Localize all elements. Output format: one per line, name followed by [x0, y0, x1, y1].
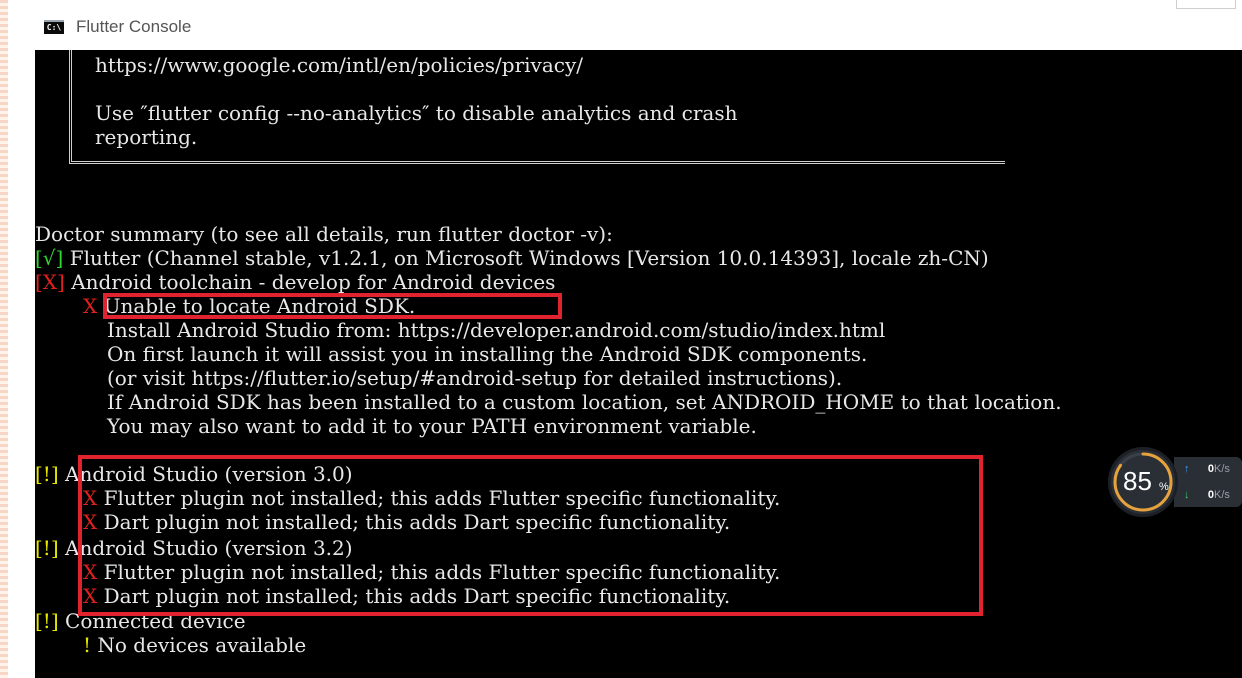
upload-unit: K/s: [1214, 463, 1230, 475]
analytics-use-line: Use ″flutter config --no-analytics″ to d…: [95, 101, 738, 125]
warning-bang-mark: !: [83, 633, 92, 657]
gauge-unit: %: [1159, 481, 1169, 493]
page-edge-decoration: [0, 0, 8, 678]
no-devices-text: No devices available: [97, 633, 307, 657]
toolchain-detail-line: Install Android Studio from: https://dev…: [107, 318, 886, 342]
warning-mark: [!]: [35, 462, 59, 486]
toolchain-detail-line: On first launch it will assist you in in…: [107, 342, 868, 366]
no-devices-line: ! No devices available: [83, 633, 306, 657]
network-speed-panel: ↑ 0K/s ↓ 0K/s: [1174, 457, 1242, 507]
warning-mark: [!]: [35, 609, 59, 633]
flutter-check-line: [√] Flutter (Channel stable, v1.2.1, on …: [35, 246, 989, 270]
android-toolchain-line: [X] Android toolchain - develop for Andr…: [35, 270, 555, 294]
highlight-box-android-studio: [78, 455, 983, 616]
download-arrow-icon: ↓: [1184, 489, 1190, 501]
upload-value: 0: [1207, 463, 1214, 475]
window-control[interactable]: [1176, 0, 1236, 9]
error-x-mark: X: [83, 294, 98, 318]
console-output[interactable]: https://www.google.com/intl/en/policies/…: [35, 50, 1242, 678]
summary-header: Doctor summary (to see all details, run …: [35, 222, 613, 246]
flutter-status-text: Flutter (Channel stable, v1.2.1, on Micr…: [69, 246, 989, 270]
window-titlebar[interactable]: C:\ Flutter Console: [8, 0, 1242, 50]
speed-monitor-widget[interactable]: ↑ 0K/s ↓ 0K/s 85 %: [1108, 447, 1242, 517]
error-mark: [X]: [35, 270, 65, 294]
gauge-value: 85: [1123, 466, 1152, 496]
analytics-reporting-line: reporting.: [95, 125, 198, 149]
android-toolchain-text: Android toolchain - develop for Android …: [71, 270, 556, 294]
warning-mark: [!]: [35, 536, 59, 560]
toolchain-detail-line: (or visit https://flutter.io/setup/#andr…: [107, 366, 843, 390]
upload-arrow-icon: ↑: [1184, 463, 1190, 475]
window-title: Flutter Console: [76, 17, 192, 36]
upload-speed: ↑ 0K/s: [1184, 463, 1230, 475]
ok-mark: [√]: [35, 246, 64, 270]
console-icon: C:\: [44, 20, 64, 34]
download-speed: ↓ 0K/s: [1184, 489, 1230, 501]
memory-gauge[interactable]: 85 %: [1108, 447, 1178, 517]
toolchain-detail-line: If Android SDK has been installed to a c…: [107, 390, 1062, 414]
download-unit: K/s: [1214, 489, 1230, 501]
analytics-url-line: https://www.google.com/intl/en/policies/…: [95, 53, 583, 77]
download-value: 0: [1207, 489, 1214, 501]
toolchain-detail-line: You may also want to add it to your PATH…: [107, 414, 757, 438]
highlight-box-sdk-error: [103, 293, 562, 319]
